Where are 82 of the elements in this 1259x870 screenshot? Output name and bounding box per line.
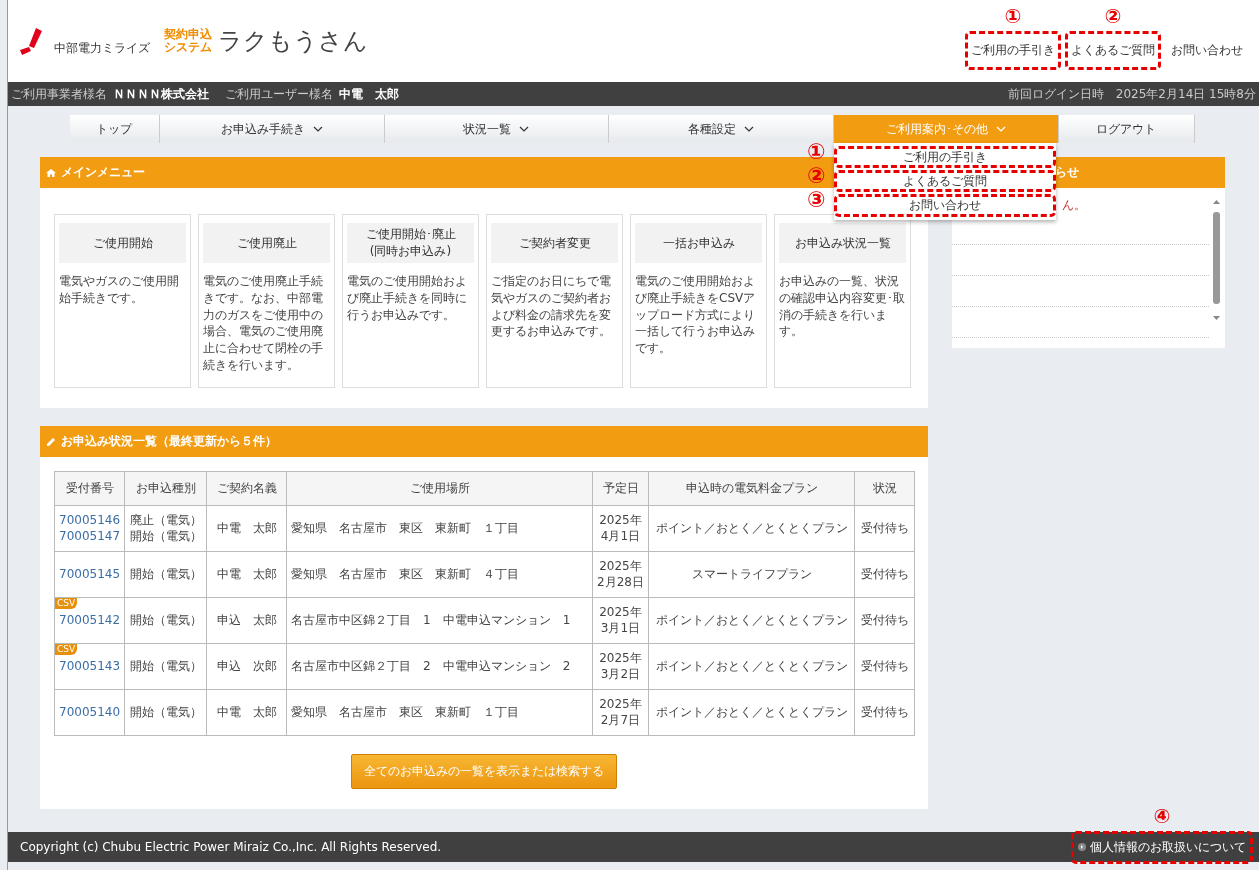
table-cell: ポイント／おとく／とくとくプラン — [648, 597, 855, 644]
header-link[interactable]: お問い合わせ — [1165, 31, 1249, 70]
card-description: 電気のご使用廃止手続きです。なお、中部電力のガスをご使用中の場合、電気のご使用廃止に合わせて閉栓の手続きを行います。 — [203, 273, 324, 374]
card-description: 電気やガスのご使用開始手続きです。 — [59, 273, 180, 307]
card-description: お申込みの一覧、状況の確認申込内容変更･取消の手続きを行います。 — [779, 273, 906, 341]
table-cell: 受付待ち — [854, 689, 915, 736]
home-icon — [46, 167, 56, 178]
nav-tab[interactable]: 各種設定 — [609, 115, 835, 143]
nav-tab[interactable]: トップ — [70, 115, 160, 143]
table-cell: 申込 太郎 — [206, 597, 287, 644]
application-type: 開始（電気） — [129, 566, 202, 583]
card-title[interactable]: ご使用廃止 — [203, 223, 330, 263]
user-value: 中電 太郎 — [339, 85, 399, 103]
application-type: 開始（電気） — [129, 612, 202, 629]
application-number-link[interactable]: 70005146 — [59, 512, 120, 529]
table-cell: 中電 太郎 — [206, 689, 287, 736]
table-cell: 名古屋市中区錦２丁目 2 中電申込マンション 2 — [286, 643, 593, 690]
table-cell: 2025年 3月2日 — [592, 643, 649, 690]
table-cell: 中電 太郎 — [206, 551, 287, 598]
card-title[interactable]: ご契約者変更 — [491, 223, 618, 263]
company-value: ＮＮＮＮ株式会社 — [113, 85, 209, 103]
table-cell: 愛知県 名古屋市 東区 東新町 ４丁目 — [286, 551, 593, 598]
app-name: ラクもうさん — [218, 26, 368, 57]
application-type: 開始（電気） — [129, 658, 202, 675]
last-login: 前回ログイン日時 2025年2月14日 15時8分 — [1007, 85, 1256, 103]
application-type: 開始（電気） — [129, 704, 202, 721]
csv-badge: CSV — [55, 598, 78, 609]
company-label: ご利用事業者様名 — [11, 85, 107, 103]
arrow-icon — [1078, 843, 1086, 851]
table-cell: 2025年 3月1日 — [592, 597, 649, 644]
system-label: システム — [164, 41, 212, 54]
card-title[interactable]: お申込み状況一覧 — [779, 223, 906, 263]
annotation-number: ① — [1004, 4, 1022, 28]
table-cell: 受付待ち — [854, 551, 915, 598]
table-cell: 受付待ち — [854, 505, 915, 552]
column-header: ご契約名義 — [206, 471, 287, 506]
annotation-number: ② — [1104, 4, 1122, 28]
card-title[interactable]: ご使用開始 — [59, 223, 186, 263]
panel-title: お申込み状況一覧（最終更新から５件） — [61, 433, 277, 450]
panel-title: メインメニュー — [61, 164, 145, 181]
pencil-icon — [46, 436, 56, 447]
nav-tab[interactable]: お申込み手続き — [159, 115, 385, 143]
copyright: Copyright (c) Chubu Electric Power Miraiz Co.,Inc. All Rights Reserved. — [20, 840, 442, 854]
column-header: 状況 — [854, 471, 915, 506]
company-name: 中部電力ミライズ — [54, 39, 150, 57]
application-number-link[interactable]: 70005147 — [59, 528, 120, 545]
column-header: 受付番号 — [54, 471, 125, 506]
table-cell: ポイント／おとく／とくとくプラン — [648, 689, 855, 736]
table-cell: 受付待ち — [854, 643, 915, 690]
table-cell: ポイント／おとく／とくとくプラン — [648, 505, 855, 552]
application-type: 廃止（電気） — [129, 512, 202, 529]
system-label: 契約申込 — [164, 28, 212, 41]
application-type: 開始（電気） — [129, 528, 202, 545]
table-cell: 愛知県 名古屋市 東区 東新町 １丁目 — [286, 689, 593, 736]
notice-text: ん。 — [1062, 198, 1086, 212]
nav-tab[interactable]: 状況一覧 — [384, 115, 610, 143]
application-number-link[interactable]: 70005143 — [59, 658, 120, 675]
column-header: 予定日 — [592, 471, 649, 506]
card-description: 電気のご使用開始および廃止手続きを同時に行うお申込みです。 — [347, 273, 468, 324]
application-number-link[interactable]: 70005142 — [59, 612, 120, 629]
card-title[interactable]: 一括お申込み — [635, 223, 762, 263]
table-cell: 2025年 2月28日 — [592, 551, 649, 598]
table-cell: 受付待ち — [854, 597, 915, 644]
table-cell: 2025年 2月7日 — [592, 689, 649, 736]
table-cell: 名古屋市中区錦２丁目 1 中電申込マンション 1 — [286, 597, 593, 644]
column-header: ご使用場所 — [286, 471, 593, 506]
table-cell: ポイント／おとく／とくとくプラン — [648, 643, 855, 690]
table-cell: 愛知県 名古屋市 東区 東新町 １丁目 — [286, 505, 593, 552]
card-description: 電気のご使用開始および廃止手続きをCSVアップロード方式により一括して行うお申込みです。 — [635, 273, 757, 357]
panel-title: らせ — [1055, 164, 1079, 181]
annotation-number: ④ — [1153, 803, 1171, 828]
csv-badge: CSV — [55, 644, 78, 655]
column-header: 申込時の電気料金プラン — [648, 471, 855, 506]
table-cell: 2025年 4月1日 — [592, 505, 649, 552]
table-cell: 申込 次郎 — [206, 643, 287, 690]
nav-tab[interactable]: ログアウト — [1058, 115, 1195, 143]
table-cell: スマートライフプラン — [648, 551, 855, 598]
card-title[interactable]: ご使用開始･廃止 (同時お申込み) — [347, 223, 474, 263]
column-header: お申込種別 — [124, 471, 207, 506]
card-description: ご指定のお日にちで電気やガスのご契約者および料金の請求先を変更するお申込みです。 — [491, 273, 612, 341]
user-label: ご利用ユーザー様名 — [225, 85, 333, 103]
table-cell: 中電 太郎 — [206, 505, 287, 552]
